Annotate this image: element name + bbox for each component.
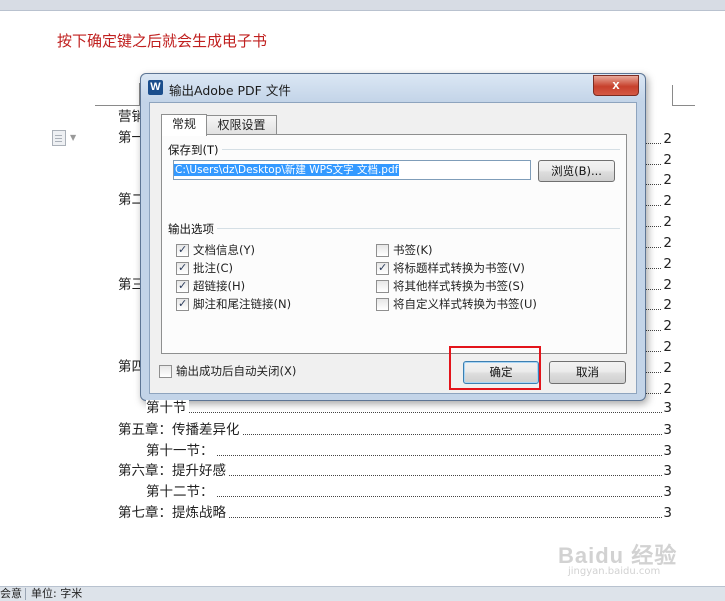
- checkbox[interactable]: [176, 278, 189, 294]
- chevron-down-icon[interactable]: ▼: [70, 133, 76, 142]
- save-path-input[interactable]: C:\Users\dz\Desktop\新建 WPS文字 文档.pdf: [173, 160, 531, 180]
- ok-highlight-annotation: [449, 346, 541, 390]
- save-to-label: 保存到(T): [168, 142, 222, 158]
- tab-general[interactable]: 常规: [161, 114, 207, 136]
- toc-row[interactable]: 第七章：提炼战略 3: [118, 504, 678, 522]
- divider: [168, 149, 620, 150]
- cancel-button[interactable]: 取消: [549, 361, 626, 384]
- checkbox[interactable]: [159, 365, 172, 378]
- toc-page-number: 2: [643, 213, 672, 231]
- divider: [168, 228, 620, 229]
- toc-page-number: 2: [643, 317, 672, 335]
- output-options-label: 输出选项: [168, 221, 217, 237]
- checkbox[interactable]: [176, 242, 189, 258]
- checkbox[interactable]: [376, 244, 389, 257]
- toc-page-number: 2: [643, 296, 672, 314]
- tab-permissions[interactable]: 权限设置: [206, 115, 277, 135]
- ruler-strip: [0, 0, 725, 11]
- toc-page-number: 2: [643, 234, 672, 252]
- toc-row[interactable]: 第十一节： 3: [146, 442, 678, 460]
- toc-page-number: 2: [643, 380, 672, 398]
- browse-button[interactable]: 浏览(B)...: [538, 160, 615, 182]
- page-corner-mark-left: [95, 83, 140, 106]
- checkbox[interactable]: [376, 298, 389, 311]
- toc-page-number: 2: [643, 130, 672, 148]
- wps-app-icon: W: [148, 80, 163, 95]
- baidu-jingyan-watermark: Baidu 经验 jingyan.baidu.com: [558, 538, 688, 582]
- page-corner-mark-right: [672, 85, 695, 106]
- tutorial-caption: 按下确定键之后就会生成电子书: [57, 32, 268, 50]
- dialog-title: 输出Adobe PDF 文件: [169, 83, 291, 98]
- toc-page-number: 2: [643, 151, 672, 169]
- document-icon[interactable]: [52, 130, 66, 146]
- toc-row[interactable]: 第六章：提升好感 3: [118, 462, 678, 480]
- dialog-body: 常规 权限设置 保存到(T) 输出选项 文档信息(Y) 批注(C) 超链接(H)…: [149, 102, 637, 394]
- toc-page-number: 2: [643, 338, 672, 356]
- toc-row[interactable]: 第十二节： 3: [146, 483, 678, 501]
- toc-page-number: 2: [643, 255, 672, 273]
- toc-page-number: 2: [643, 276, 672, 294]
- checkbox[interactable]: [376, 260, 389, 276]
- checkbox[interactable]: [176, 296, 189, 312]
- toc-row[interactable]: 第五章：传播差异化 3: [118, 421, 678, 439]
- status-page-info[interactable]: 会意: [0, 587, 22, 601]
- dialog-titlebar[interactable]: W 输出Adobe PDF 文件 x: [141, 74, 645, 102]
- toc-page-number: 2: [643, 171, 672, 189]
- close-icon: x: [612, 77, 620, 92]
- toc-page-number: 2: [643, 192, 672, 210]
- export-pdf-dialog: W 输出Adobe PDF 文件 x 常规 权限设置 保存到(T) 输出选项 文…: [140, 73, 646, 401]
- toc-page-number: 2: [643, 359, 672, 377]
- watermark-url: jingyan.baidu.com: [568, 566, 661, 577]
- status-bar: 会意 单位: 字米: [0, 586, 725, 601]
- status-unit[interactable]: 单位: 字米: [31, 587, 82, 601]
- checkbox[interactable]: [176, 260, 189, 276]
- close-button[interactable]: x: [593, 75, 639, 96]
- toc-row[interactable]: 第十节 3: [146, 399, 678, 417]
- checkbox[interactable]: [376, 280, 389, 293]
- status-separator: [25, 588, 26, 600]
